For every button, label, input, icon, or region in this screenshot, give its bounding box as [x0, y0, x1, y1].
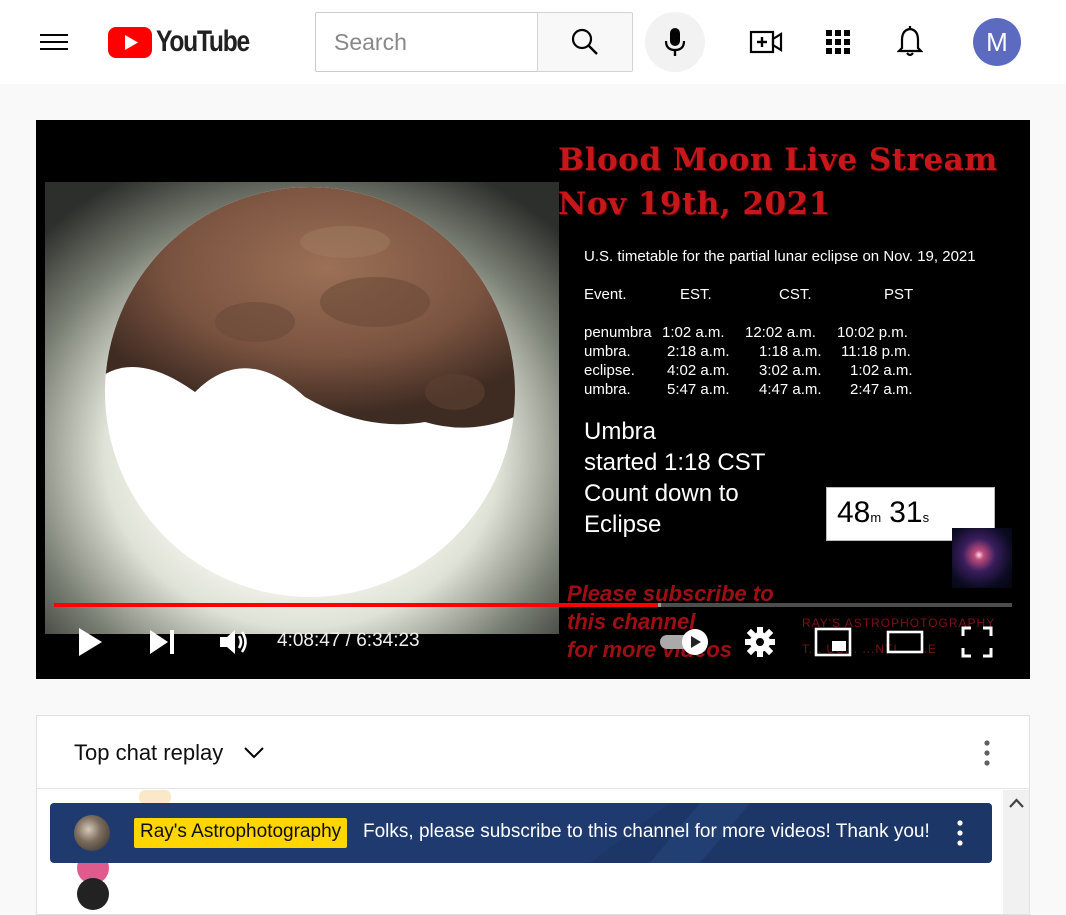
chat-header: Top chat replay — [37, 716, 1029, 789]
next-icon — [150, 630, 174, 654]
row-est: 4:02 a.m. — [667, 362, 730, 379]
umbra-line: Count down to — [584, 480, 739, 507]
progress-played — [54, 603, 658, 607]
apps-grid-icon — [826, 30, 850, 54]
more-vertical-icon — [957, 820, 963, 846]
progress-bar[interactable] — [54, 603, 1012, 607]
account-avatar[interactable]: M — [973, 18, 1021, 66]
pinned-message-text: Folks, please subscribe to this channel … — [363, 821, 930, 842]
theater-mode-icon — [886, 630, 924, 654]
row-event: eclipse. — [584, 362, 635, 379]
row-pst: 10:02 p.m. — [837, 324, 908, 341]
row-cst: 1:18 a.m. — [759, 343, 822, 360]
autoplay-toggle[interactable] — [658, 622, 712, 662]
mic-icon — [664, 28, 686, 56]
stream-title-overlay: Blood Moon Live Stream Nov 19th, 2021 — [558, 138, 998, 226]
row-event: penumbra — [584, 324, 652, 341]
galaxy-thumbnail — [952, 528, 1012, 588]
stream-title-line2: Nov 19th, 2021 — [558, 186, 831, 222]
row-est: 5:47 a.m. — [667, 381, 730, 398]
header-pst: PST — [884, 286, 914, 303]
theater-mode-button[interactable] — [884, 622, 926, 662]
logo-text: YouTube — [156, 25, 250, 58]
miniplayer-icon — [814, 627, 852, 657]
row-est: 2:18 a.m. — [667, 343, 730, 360]
next-button[interactable] — [144, 622, 180, 662]
countdown-minutes: 48 — [837, 496, 871, 529]
row-pst: 11:18 p.m. — [841, 343, 911, 360]
eclipse-table-title: U.S. timetable for the partial lunar ecl… — [584, 248, 976, 265]
chat-scrollbar[interactable] — [1003, 790, 1029, 914]
stream-title-line1: Blood Moon Live Stream — [558, 142, 998, 178]
countdown-seconds: 31 — [889, 496, 923, 529]
sticker-icon — [139, 790, 171, 804]
row-est: 1:02 a.m. — [662, 324, 725, 341]
umbra-line: Umbra — [584, 418, 657, 445]
chat-mode-selector-label[interactable]: Top chat replay — [74, 740, 223, 766]
more-vertical-icon — [984, 740, 990, 766]
chat-mode-dropdown[interactable] — [243, 742, 265, 767]
search-input[interactable] — [316, 13, 538, 71]
row-cst: 4:47 a.m. — [759, 381, 822, 398]
chevron-down-icon — [244, 747, 264, 759]
voice-search-button[interactable] — [645, 12, 705, 72]
moon-image — [45, 182, 559, 634]
countdown-seconds-unit: s — [922, 510, 930, 525]
search-icon — [571, 28, 598, 55]
create-button[interactable] — [746, 22, 786, 62]
search-button[interactable] — [537, 12, 633, 72]
header-cst: CST. — [779, 286, 812, 303]
pinned-more-options-button[interactable] — [952, 818, 968, 848]
autoplay-toggle-icon — [660, 629, 708, 655]
create-video-icon — [749, 30, 783, 54]
notifications-button[interactable] — [890, 22, 930, 62]
play-button[interactable] — [72, 622, 108, 662]
fullscreen-icon — [961, 626, 993, 658]
youtube-logo[interactable]: YouTube — [108, 25, 269, 58]
menu-icon[interactable] — [36, 26, 72, 58]
row-event: umbra. — [584, 343, 631, 360]
scroll-up-icon — [1009, 798, 1024, 808]
masthead: YouTube Search M — [0, 0, 1066, 84]
header-event: Event. — [584, 286, 627, 303]
pinned-author-badge[interactable]: Ray's Astrophotography — [134, 818, 348, 848]
time-display: 4:08:47 / 6:34:23 — [277, 630, 420, 651]
volume-button[interactable] — [214, 622, 254, 662]
live-chat-replay: Top chat replay Ray's Astrophotography F… — [36, 715, 1030, 915]
row-pst: 1:02 a.m. — [850, 362, 913, 379]
pinned-message[interactable]: Ray's Astrophotography Folks, please sub… — [50, 803, 992, 863]
row-cst: 3:02 a.m. — [759, 362, 822, 379]
row-cst: 12:02 a.m. — [745, 324, 816, 341]
gear-icon — [745, 627, 775, 657]
settings-button[interactable] — [742, 622, 778, 662]
umbra-line: Eclipse — [584, 511, 662, 538]
umbra-line: started 1:18 CST — [584, 449, 766, 476]
countdown-minutes-unit: m — [870, 510, 882, 525]
youtube-logo-icon — [108, 26, 152, 58]
fullscreen-button[interactable] — [957, 622, 997, 662]
play-icon — [79, 628, 102, 656]
notifications-bell-icon — [897, 26, 923, 57]
volume-icon — [220, 630, 247, 654]
miniplayer-button[interactable] — [813, 622, 853, 662]
moon-video-frame — [45, 182, 559, 634]
row-event: umbra. — [584, 381, 631, 398]
search-field[interactable] — [315, 12, 538, 72]
chat-more-options-button[interactable] — [977, 738, 997, 768]
row-pst: 2:47 a.m. — [850, 381, 913, 398]
pinned-author-avatar[interactable] — [74, 815, 110, 851]
apps-button[interactable] — [818, 22, 858, 62]
umbra-info: Umbra started 1:18 CST Count down to Ecl… — [584, 416, 765, 540]
header-est: EST. — [680, 286, 712, 303]
video-player[interactable]: Blood Moon Live Stream Nov 19th, 2021 U.… — [36, 120, 1030, 679]
